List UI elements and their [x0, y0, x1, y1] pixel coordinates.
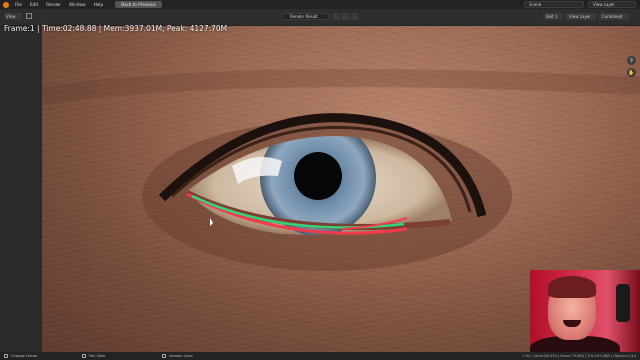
scene-selector[interactable]: Scene — [524, 1, 584, 8]
status-bar: Change Frame Pan View Sample Color 2.92 … — [0, 352, 640, 360]
viewport-navigation: ⚲ ✋ — [627, 56, 636, 77]
menu-window[interactable]: Window — [69, 2, 86, 7]
webcam-overlay — [530, 270, 640, 352]
menu-help[interactable]: Help — [94, 2, 104, 7]
view-menu[interactable]: View — [4, 13, 22, 20]
pan-hand-icon[interactable]: ✋ — [627, 68, 636, 77]
copy-icon[interactable] — [342, 13, 349, 20]
presenter-hair — [548, 276, 596, 298]
pin-icon[interactable] — [333, 13, 340, 20]
render-frame-info: Frame:1 | Time:02:48.88 | Mem:3937.01M, … — [4, 24, 228, 33]
menu-file[interactable]: File — [15, 2, 22, 7]
pupil — [294, 152, 342, 200]
hamburger-menu-icon[interactable] — [26, 13, 32, 19]
menu-edit[interactable]: Edit — [30, 2, 38, 7]
blender-logo-icon[interactable] — [3, 1, 9, 8]
image-selector[interactable]: Render Result — [281, 13, 329, 20]
mouse-left-icon — [4, 354, 8, 358]
mouse-middle-icon — [82, 354, 86, 358]
render-pass-selector[interactable]: Combined — [599, 13, 629, 20]
render-view-layer-selector[interactable]: View Layer — [566, 13, 596, 20]
mouse-right-icon — [162, 354, 166, 358]
status-change-frame: Change Frame — [4, 354, 37, 358]
scene-statistics: 2.92 | Verts:86,430 | Faces:79,884 | Tri… — [522, 354, 636, 358]
status-sample-color: Sample Color — [162, 354, 193, 358]
back-to-previous-button[interactable]: Back to Previous — [115, 1, 162, 8]
top-menu-bar: File Edit Render Window Help Back to Pre… — [0, 0, 640, 9]
workspace-selectors: Scene View Layer — [524, 1, 636, 8]
menu-render[interactable]: Render — [46, 2, 61, 7]
view-layer-selector[interactable]: View Layer — [588, 1, 636, 8]
slot-selector[interactable]: Slot 1 — [543, 13, 563, 20]
microphone — [616, 284, 630, 322]
brow-shading — [42, 69, 640, 105]
close-icon[interactable] — [351, 13, 358, 20]
image-actions — [333, 13, 358, 20]
status-pan-view: Pan View — [82, 354, 105, 358]
zoom-icon[interactable]: ⚲ — [627, 56, 636, 65]
